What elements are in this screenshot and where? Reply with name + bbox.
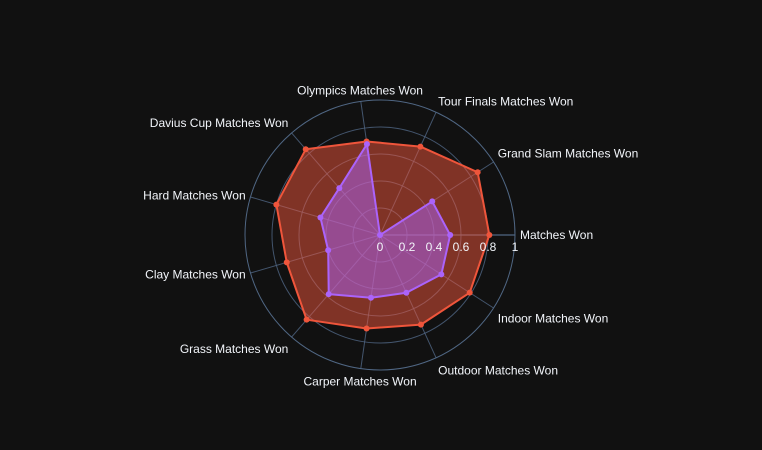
series-0-point-9 — [417, 321, 424, 328]
angular-label-10: Indoor Matches Won — [498, 312, 609, 326]
series-1-point-0 — [447, 232, 454, 238]
radial-tick-label-0: 0 — [377, 240, 384, 254]
radar-series-layer — [273, 138, 493, 332]
series-1-point-6 — [325, 247, 332, 254]
series-1-point-4 — [336, 185, 343, 192]
series-0-point-0 — [486, 232, 493, 238]
series-0-point-6 — [283, 259, 290, 266]
series-0-point-7 — [303, 316, 310, 323]
angular-label-7: Grass Matches Won — [180, 342, 288, 356]
series-0-point-10 — [466, 289, 473, 296]
angular-label-0: Matches Won — [520, 228, 593, 242]
radar-chart: 0 0.2 0.4 0.6 0.8 1Matches Won Grand Slam Matc… — [143, 83, 639, 389]
series-1-point-10 — [438, 271, 445, 278]
series-1-point-9 — [403, 289, 410, 296]
angular-label-4: Davius Cup Matches Won — [150, 116, 289, 130]
series-1-point-5 — [317, 214, 324, 221]
series-0-point-5 — [273, 201, 280, 208]
angular-label-9: Outdoor Matches Won — [438, 363, 558, 377]
angular-label-1: Grand Slam Matches Won — [498, 146, 639, 160]
angular-label-2: Tour Finals Matches Won — [438, 95, 573, 109]
angular-label-3: Olympics Matches Won — [297, 83, 423, 97]
series-0-point-8 — [363, 325, 370, 332]
series-0-point-2 — [417, 143, 424, 150]
series-0-point-1 — [474, 169, 481, 176]
radial-tick-label-4: 0.8 — [480, 240, 497, 254]
series-1-point-2 — [377, 232, 383, 238]
radial-tick-label-5: 1 — [512, 240, 519, 254]
radial-tick-label-1: 0.2 — [399, 240, 416, 254]
series-1-point-3 — [363, 141, 370, 148]
series-1-point-7 — [325, 291, 332, 298]
angular-label-8: Carper Matches Won — [303, 375, 416, 389]
series-1-point-8 — [367, 294, 374, 301]
series-1-point-1 — [429, 198, 436, 205]
series-0-point-4 — [302, 146, 309, 153]
angular-label-5: Hard Matches Won — [143, 189, 246, 203]
radial-tick-label-2: 0.4 — [426, 240, 443, 254]
angular-label-6: Clay Matches Won — [145, 267, 245, 281]
radial-tick-label-3: 0.6 — [453, 240, 470, 254]
